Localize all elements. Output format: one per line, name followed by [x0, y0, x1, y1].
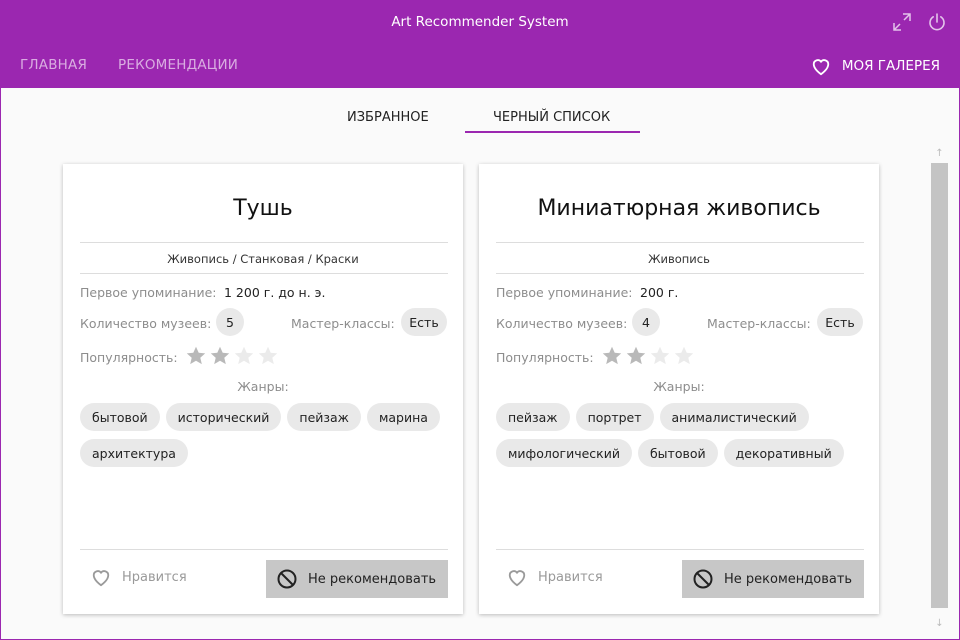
genre-chip: пейзаж [287, 403, 361, 431]
genre-chip: мифологический [496, 439, 632, 467]
genres-label: Жанры: [653, 379, 705, 394]
genre-chip: декоративный [723, 439, 844, 467]
nav-item-home[interactable]: ГЛАВНАЯ [20, 57, 87, 73]
masterclasses-label: Мастер-классы: [291, 316, 395, 331]
museums-label: Количество музеев: [80, 316, 212, 331]
genre-chips: бытовой исторический пейзаж марина архитекту… [80, 403, 448, 475]
star-empty-icon [258, 346, 278, 365]
masterclasses-badge: Есть [817, 308, 863, 336]
first-mention-label: Первое упоминание: [80, 285, 217, 300]
power-icon[interactable] [927, 12, 947, 32]
my-gallery-label: МОЯ ГАЛЕРЕЯ [841, 58, 940, 74]
title-bar: Art Recommender System [0, 0, 960, 46]
scroll-up-icon[interactable]: ↑ [931, 146, 948, 162]
like-label: Нравится [122, 569, 187, 585]
heart-icon [812, 59, 830, 76]
museums-count-badge: 4 [632, 308, 660, 336]
genre-chips: пейзаж портрет анималистический мифологичес… [496, 403, 864, 475]
divider [496, 549, 864, 550]
nav-bar: ГЛАВНАЯ РЕКОМЕНДАЦИИ МОЯ ГАЛЕРЕЯ [0, 46, 960, 88]
like-button[interactable]: Нравится [496, 560, 603, 594]
scrollbar-thumb[interactable] [931, 163, 948, 608]
my-gallery-button[interactable]: МОЯ ГАЛЕРЕЯ [810, 54, 940, 78]
heart-outline-icon [92, 570, 110, 587]
first-mention-value: 200 г. [640, 285, 679, 300]
museums-count-badge: 5 [216, 308, 244, 336]
masterclasses-badge: Есть [401, 308, 447, 336]
card-category-path: Живопись [648, 252, 710, 266]
star-filled-icon [186, 346, 206, 365]
divider [80, 549, 448, 550]
tab-favorites[interactable]: ИЗБРАННОЕ [347, 110, 429, 125]
tab-blacklist[interactable]: ЧЕРНЫЙ СПИСОК [493, 110, 610, 125]
nav-item-recommendations[interactable]: РЕКОМЕНДАЦИИ [118, 57, 238, 73]
like-label: Нравится [538, 569, 603, 585]
active-tab-indicator [465, 131, 640, 133]
star-filled-icon [210, 346, 230, 365]
popularity-label: Популярность: [80, 350, 178, 365]
first-mention-label: Первое упоминание: [496, 285, 633, 300]
museums-label: Количество музеев: [496, 316, 628, 331]
tab-bar: ИЗБРАННОЕ ЧЕРНЫЙ СПИСОК [1, 88, 959, 134]
star-filled-icon [602, 346, 622, 365]
art-card: Тушь Живопись / Станковая / Краски Перво… [63, 164, 463, 614]
card-title: Тушь [233, 196, 293, 221]
masterclasses-label: Мастер-классы: [707, 316, 811, 331]
do-not-recommend-label: Не рекомендовать [308, 571, 437, 587]
popularity-label: Популярность: [496, 350, 594, 365]
block-icon [277, 569, 297, 589]
popularity-stars [185, 345, 281, 367]
star-empty-icon [674, 346, 694, 365]
genre-chip: бытовой [637, 439, 718, 467]
scroll-down-icon[interactable]: ↓ [931, 616, 948, 632]
divider [80, 273, 448, 274]
vertical-scrollbar[interactable]: ↑ ↓ [931, 146, 948, 632]
genre-chip: бытовой [80, 403, 160, 431]
block-icon [693, 569, 713, 589]
divider [496, 273, 864, 274]
genre-chip: анималистический [659, 403, 809, 431]
divider [496, 242, 864, 243]
card-title: Миниатюрная живопись [537, 196, 821, 221]
star-filled-icon [626, 346, 646, 365]
genre-chip: исторический [165, 403, 282, 431]
like-button[interactable]: Нравится [80, 560, 187, 594]
genre-chip: марина [366, 403, 440, 431]
genre-chip: портрет [575, 403, 654, 431]
card-category-path: Живопись / Станковая / Краски [167, 252, 359, 266]
divider [80, 242, 448, 243]
app-title: Art Recommender System [391, 14, 569, 30]
fullscreen-icon[interactable] [892, 12, 912, 32]
heart-outline-icon [508, 570, 526, 587]
genres-label: Жанры: [237, 379, 289, 394]
star-empty-icon [234, 346, 254, 365]
genre-chip: архитектура [80, 439, 188, 467]
first-mention-value: 1 200 г. до н. э. [224, 285, 326, 300]
genre-chip: пейзаж [496, 403, 570, 431]
popularity-stars [601, 345, 697, 367]
art-card: Миниатюрная живопись Живопись Первое упо… [479, 164, 879, 614]
main-content: ИЗБРАННОЕ ЧЕРНЫЙ СПИСОК Тушь Живопись / … [1, 88, 959, 639]
do-not-recommend-label: Не рекомендовать [724, 571, 853, 587]
star-empty-icon [650, 346, 670, 365]
do-not-recommend-button[interactable]: Не рекомендовать [682, 560, 864, 598]
do-not-recommend-button[interactable]: Не рекомендовать [266, 560, 448, 598]
